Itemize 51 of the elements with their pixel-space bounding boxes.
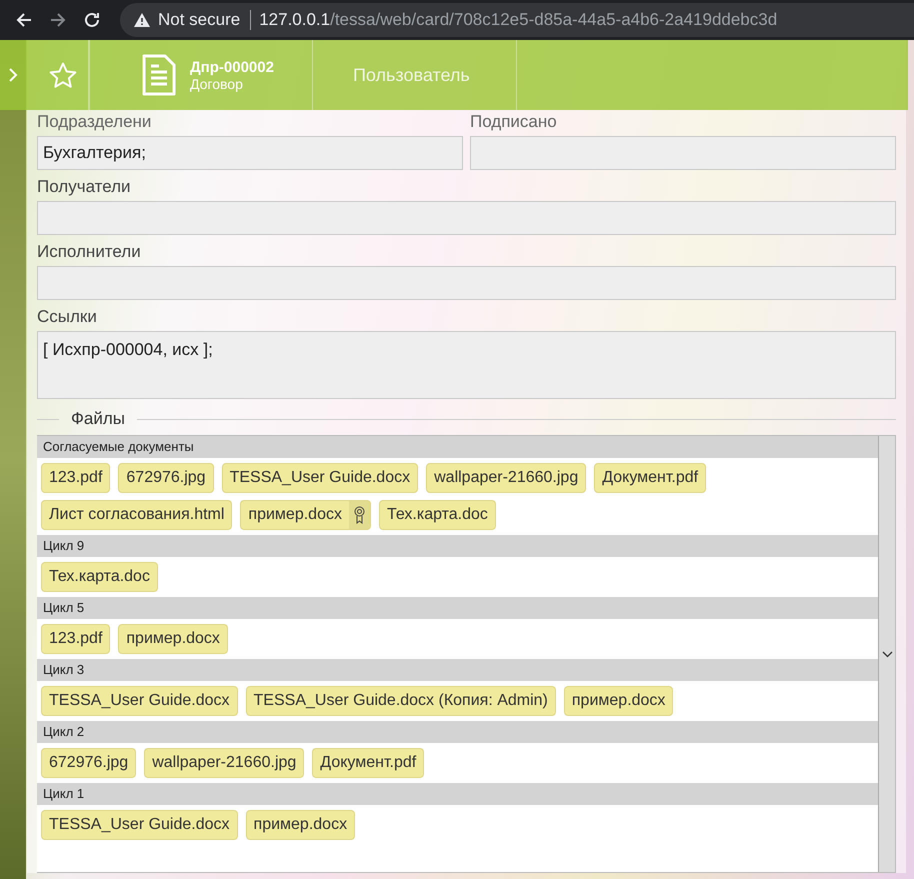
file-chip[interactable]: TESSA_User Guide.docx [41,686,238,716]
document-icon [142,54,176,96]
file-chip[interactable]: Тех.карта.doc [41,562,158,592]
address-bar[interactable]: Not secure 127.0.0.1/tessa/web/card/708c12e5-d85a-44a5-a4b6-2a419ddebc3d [120,3,914,37]
group-header: Цикл 1 [37,783,878,805]
group-header: Цикл 2 [37,721,878,743]
file-chip[interactable]: 672976.jpg [118,463,214,493]
field-value: [ Исхпр-000004, исх ]; [43,340,213,359]
file-chip[interactable]: пример.docx [246,810,356,840]
file-chip[interactable]: 123.pdf [41,624,110,654]
file-chip[interactable]: 123.pdf [41,463,110,493]
file-chip[interactable]: Документ.pdf [594,463,706,493]
input-field[interactable]: [ Исхпр-000004, исх ]; [37,331,896,399]
group-header: Цикл 3 [37,659,878,681]
star-icon [49,62,77,88]
field-label: Исполнители [37,242,142,262]
url-text: 127.0.0.1/tessa/web/card/708c12e5-d85a-44a5-a4b6-2a419ddebc3d [259,10,778,30]
file-chip[interactable]: пример.docx [564,686,674,716]
warning-icon [134,13,150,27]
forward-arrow-icon [49,11,67,29]
group-header: Цикл 9 [37,535,878,557]
file-chip[interactable]: TESSA_User Guide.docx [41,810,238,840]
file-chip[interactable]: Лист согласования.html [41,500,232,530]
files-heading: Файлы [71,409,126,429]
field-label: Подразделени [37,112,152,132]
field-label: Получатели [37,177,132,197]
input-field[interactable]: Бухгалтерия; [37,136,463,170]
input-field[interactable] [37,201,896,235]
file-chip[interactable]: wallpaper-21660.jpg [144,748,304,778]
chevron-down-icon [882,650,892,658]
field-label: Ссылки [37,307,98,327]
reload-icon [83,11,101,29]
certificate-icon [354,506,365,524]
file-chip[interactable]: TESSA_User Guide.docx [222,463,418,493]
chevron-right-icon [8,67,18,83]
scrollbar[interactable] [878,436,895,872]
input-field[interactable] [37,266,896,300]
file-chip[interactable]: пример.docx [118,624,228,654]
security-label: Not secure [158,10,252,30]
field-label: Подписано [470,112,558,132]
file-chip[interactable]: wallpaper-21660.jpg [426,463,586,493]
group-header: Согласуемые документы [37,436,878,458]
file-chip[interactable]: TESSA_User Guide.docx (Копия: Admin) [246,686,556,716]
file-chip[interactable]: Документ.pdf [312,748,424,778]
file-chip[interactable]: Тех.карта.doc [378,500,496,530]
file-chip[interactable]: 672976.jpg [41,748,136,778]
back-arrow-icon [15,11,33,29]
input-field[interactable] [470,136,896,170]
file-chip[interactable]: пример.docx [240,500,371,530]
group-header: Цикл 5 [37,597,878,619]
field-value: Бухгалтерия; [43,143,146,162]
